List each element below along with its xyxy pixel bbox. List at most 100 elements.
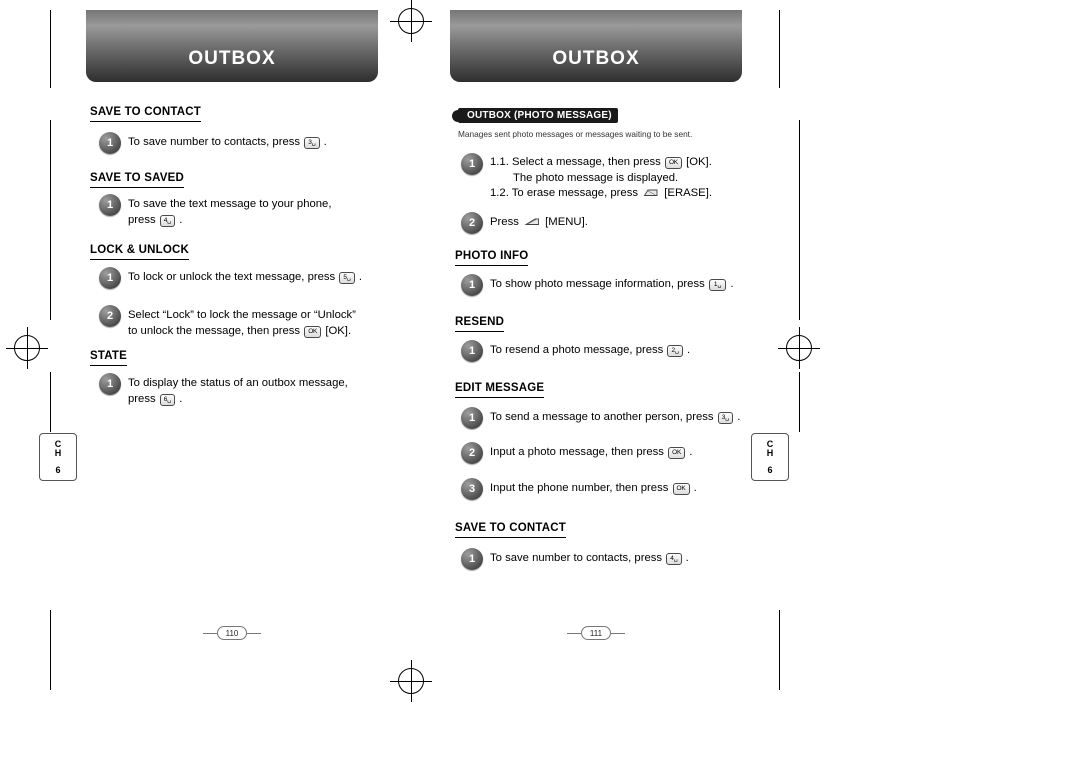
page-number-left: 110 — [203, 626, 261, 640]
step-badge: 2 — [99, 305, 121, 327]
step-badge: 1 — [461, 274, 483, 296]
step-text: To show photo message information, press… — [490, 274, 734, 293]
erase-soft-key-icon — [643, 188, 659, 197]
chapter-tab-left: C H 6 — [39, 433, 77, 481]
keypad-key-1-icon: 1␣ — [708, 279, 727, 291]
crop-line-left-mid-upper — [50, 120, 51, 320]
section-heading-save-to-saved: SAVE TO SAVED — [90, 172, 184, 188]
step-text: To send a message to another person, pre… — [490, 407, 740, 426]
step-item: 1 To show photo message information, pre… — [461, 274, 771, 296]
step-item: 2 Press [MENU]. — [461, 212, 761, 234]
section-heading-lock-unlock: LOCK & UNLOCK — [90, 244, 190, 260]
step-text: Input the phone number, then press OK . — [490, 478, 697, 497]
step-badge: 1 — [99, 194, 121, 216]
step-text-before: Input the phone number, then press — [490, 482, 669, 494]
step-text: 1.1. Select a message, then press OK [OK… — [490, 153, 712, 202]
step-text-after: [MENU]. — [545, 216, 588, 228]
step-text-before: To send a message to another person, pre… — [490, 411, 714, 423]
section-heading-edit-message: EDIT MESSAGE — [455, 382, 545, 398]
step-item: 1 To resend a photo message, press 2␣ . — [461, 340, 761, 362]
step-text: To save number to contacts, press 4␣ . — [490, 548, 689, 567]
menu-soft-key-icon — [524, 217, 540, 226]
registration-mark-left — [6, 327, 48, 369]
step-badge: 2 — [461, 442, 483, 464]
step-line-3-before: 1.2. To erase message, press — [490, 187, 638, 199]
step-item: 2 Input a photo message, then press OK . — [461, 442, 761, 464]
step-badge: 1 — [99, 373, 121, 395]
step-item: 1 To send a message to another person, p… — [461, 407, 781, 429]
pill-heading-outbox-photo-message: OUTBOX (PHOTO MESSAGE) — [452, 108, 618, 123]
step-item: 1 To lock or unlock the text message, pr… — [99, 267, 399, 289]
step-text: Input a photo message, then press OK . — [490, 442, 692, 461]
step-line-1-before: 1.1. Select a message, then press — [490, 156, 661, 168]
keypad-key-3-icon: 3␣ — [717, 412, 734, 424]
ok-key-icon: OK — [672, 483, 690, 495]
crop-line-left-mid-lower — [50, 372, 51, 432]
step-line-2: The photo message is displayed. — [513, 171, 679, 184]
step-badge: 1 — [99, 267, 121, 289]
crop-line-right-mid-lower — [799, 372, 800, 432]
step-badge: 1 — [461, 548, 483, 570]
step-item: 3 Input the phone number, then press OK … — [461, 478, 761, 500]
step-text: Select “Lock” to lock the message or “Un… — [128, 305, 356, 339]
step-text-after: . — [689, 446, 693, 458]
step-text-before: To save number to contacts, press — [490, 552, 663, 564]
step-text-after: . — [358, 271, 362, 283]
step-text-before: To save number to contacts, press — [128, 136, 301, 148]
step-text-before: Input a photo message, then press — [490, 446, 664, 458]
step-text-after: . — [693, 482, 697, 494]
ok-key-icon: OK — [664, 157, 682, 169]
left-page-banner-title: OUTBOX — [188, 48, 276, 69]
step-badge: 1 — [461, 407, 483, 429]
step-badge: 2 — [461, 212, 483, 234]
crop-line-left-bottom — [50, 610, 51, 690]
step-text: Press [MENU]. — [490, 212, 588, 231]
step-text-before: To lock or unlock the text message, pres… — [128, 271, 336, 283]
registration-mark-top — [390, 0, 432, 42]
page-number-right: 111 — [567, 626, 625, 640]
pill-heading-label: OUTBOX (PHOTO MESSAGE) — [458, 108, 618, 123]
step-line-1: To display the status of an outbox messa… — [128, 377, 348, 389]
step-item: 2 Select “Lock” to lock the message or “… — [99, 305, 399, 339]
step-text-after: . — [730, 278, 734, 290]
chapter-tab-letter-h: H — [766, 447, 774, 458]
step-text: To resend a photo message, press 2␣ . — [490, 340, 690, 359]
step-line-2-after: . — [179, 213, 183, 226]
step-text-after: . — [685, 552, 689, 564]
pill-heading-note: Manages sent photo messages or messages … — [458, 129, 693, 139]
keypad-key-3-icon: 3␣ — [304, 137, 320, 149]
step-line-1: To save the text message to your phone, — [128, 198, 332, 210]
step-item: 1 To display the status of an outbox mes… — [99, 373, 389, 407]
step-line-2-before: press — [128, 392, 156, 405]
step-text-before: To show photo message information, press — [490, 278, 705, 290]
step-line-1-after: [OK]. — [686, 156, 712, 168]
step-line-1: Select “Lock” to lock the message or “Un… — [128, 309, 356, 321]
step-text-before: To resend a photo message, press — [490, 344, 664, 356]
crop-line-right-mid-upper — [799, 120, 800, 320]
section-heading-save-to-contact-right: SAVE TO CONTACT — [455, 522, 566, 538]
step-item: 1 To save number to contacts, press 4␣ . — [461, 548, 761, 570]
step-badge: 1 — [461, 340, 483, 362]
step-line-2-after: [OK]. — [325, 324, 352, 337]
section-heading-photo-info: PHOTO INFO — [455, 250, 529, 266]
right-page-banner-title: OUTBOX — [552, 48, 640, 69]
bullet-dot-icon — [452, 109, 464, 122]
step-item: 1 1.1. Select a message, then press OK [… — [461, 153, 761, 202]
step-line-2-before: to unlock the message, then press — [128, 324, 301, 337]
step-item: 1 To save the text message to your phone… — [99, 194, 384, 228]
registration-mark-right — [778, 327, 820, 369]
chapter-tab-number: 6 — [767, 464, 773, 475]
section-heading-state: STATE — [90, 350, 127, 366]
step-line-2-after: . — [179, 392, 183, 405]
step-text-after: . — [737, 411, 741, 423]
keypad-key-5-icon: 5␣ — [339, 272, 355, 284]
step-line-2-before: press — [128, 213, 156, 226]
crop-line-left-top — [50, 10, 51, 88]
left-page-banner: OUTBOX — [86, 10, 378, 82]
step-text: To save the text message to your phone, … — [128, 194, 331, 228]
step-item: 1 To save number to contacts, press 3␣ . — [99, 132, 379, 154]
ok-key-icon: OK — [304, 325, 322, 338]
ok-key-icon: OK — [668, 447, 686, 459]
section-heading-save-to-contact: SAVE TO CONTACT — [90, 106, 201, 122]
step-text-after: . — [323, 136, 327, 148]
